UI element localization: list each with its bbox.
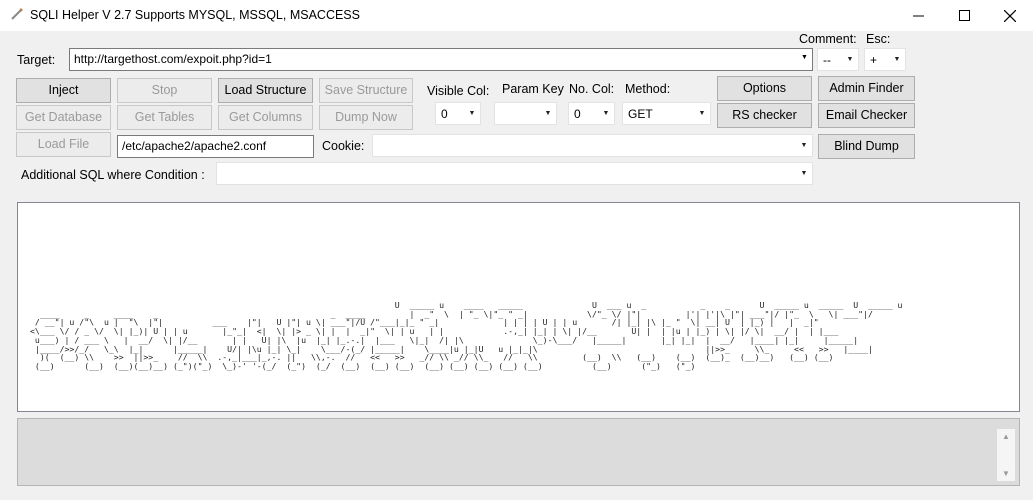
chevron-down-icon: ▼ [602, 110, 610, 117]
visible-col-label: Visible Col: [427, 84, 490, 98]
esc-select[interactable]: + ▼ [864, 48, 906, 71]
file-path-field[interactable]: /etc/apache2/apache2.conf [117, 135, 314, 158]
scroll-down-icon[interactable]: ▼ [1002, 469, 1010, 478]
window-title: SQLI Helper V 2.7 Supports MYSQL, MSSQL,… [30, 8, 360, 22]
email-checker-button[interactable]: Email Checker [818, 103, 915, 128]
maximize-icon [958, 10, 970, 21]
title-bar: SQLI Helper V 2.7 Supports MYSQL, MSSQL,… [0, 0, 1033, 31]
param-key-label: Param Key [502, 82, 564, 96]
chevron-down-icon: ▼ [544, 110, 552, 117]
scroll-up-icon[interactable]: ▲ [1002, 432, 1010, 441]
method-label: Method: [625, 82, 671, 96]
target-dropdown-arrow[interactable]: ▼ [796, 48, 812, 71]
esc-value: + [870, 53, 878, 67]
get-tables-button[interactable]: Get Tables [117, 105, 212, 130]
visible-col-select[interactable]: 0 ▼ [435, 102, 481, 125]
visible-col-value: 0 [441, 107, 448, 121]
comment-select[interactable]: -- ▼ [817, 48, 859, 71]
param-key-select[interactable]: ▼ [494, 102, 557, 125]
cookie-field[interactable]: ▼ [372, 134, 813, 157]
cookie-label: Cookie: [322, 139, 365, 153]
blind-dump-button[interactable]: Blind Dump [818, 134, 915, 159]
app-icon [11, 8, 23, 20]
minimize-icon [912, 15, 924, 17]
chevron-down-icon: ▼ [468, 110, 476, 117]
target-url-field[interactable]: http://targethost.com/expoit.php?id=1 [69, 48, 813, 71]
get-database-button[interactable]: Get Database [16, 105, 111, 130]
dump-now-button[interactable]: Dump Now [319, 105, 413, 130]
file-path-value: /etc/apache2/apache2.conf [122, 139, 267, 153]
load-file-button[interactable]: Load File [16, 132, 111, 157]
no-col-value: 0 [574, 107, 581, 121]
get-columns-button[interactable]: Get Columns [218, 105, 313, 130]
target-url-value: http://targethost.com/expoit.php?id=1 [74, 52, 272, 66]
method-value: GET [628, 107, 653, 121]
maximize-button[interactable] [941, 0, 987, 31]
no-col-select[interactable]: 0 ▼ [568, 102, 615, 125]
comment-value: -- [823, 53, 831, 67]
admin-finder-button[interactable]: Admin Finder [818, 76, 915, 101]
esc-label: Esc: [866, 32, 891, 46]
rs-checker-button[interactable]: RS checker [717, 103, 812, 128]
comment-label: Comment: [799, 32, 857, 46]
no-col-label: No. Col: [569, 82, 615, 96]
chevron-down-icon: ▼ [800, 170, 808, 177]
chevron-down-icon: ▼ [846, 56, 854, 63]
chevron-down-icon: ▼ [801, 54, 808, 61]
close-button[interactable] [987, 0, 1033, 31]
stop-button[interactable]: Stop [117, 78, 212, 103]
minimize-button[interactable] [895, 0, 941, 31]
options-button[interactable]: Options [717, 76, 812, 101]
target-label: Target: [17, 53, 56, 67]
output-textarea[interactable]: U _____ u ____ _____ U ___ u _ _ _ U ___… [17, 202, 1020, 412]
chevron-down-icon: ▼ [800, 142, 808, 149]
additional-sql-field[interactable]: ▼ [216, 162, 813, 185]
chevron-down-icon: ▼ [893, 56, 901, 63]
chevron-down-icon: ▼ [698, 110, 706, 117]
close-icon [1004, 9, 1016, 22]
save-structure-button[interactable]: Save Structure [319, 78, 413, 103]
status-textarea[interactable]: ▲ ▼ [17, 418, 1020, 486]
inject-button[interactable]: Inject [16, 78, 111, 103]
vertical-scrollbar[interactable]: ▲ ▼ [997, 429, 1015, 481]
load-structure-button[interactable]: Load Structure [218, 78, 313, 103]
ascii-art-banner: U _____ u ____ _____ U ___ u _ _ _ U ___… [30, 300, 903, 371]
method-select[interactable]: GET ▼ [622, 102, 711, 125]
additional-sql-label: Additional SQL where Condition : [21, 168, 205, 182]
